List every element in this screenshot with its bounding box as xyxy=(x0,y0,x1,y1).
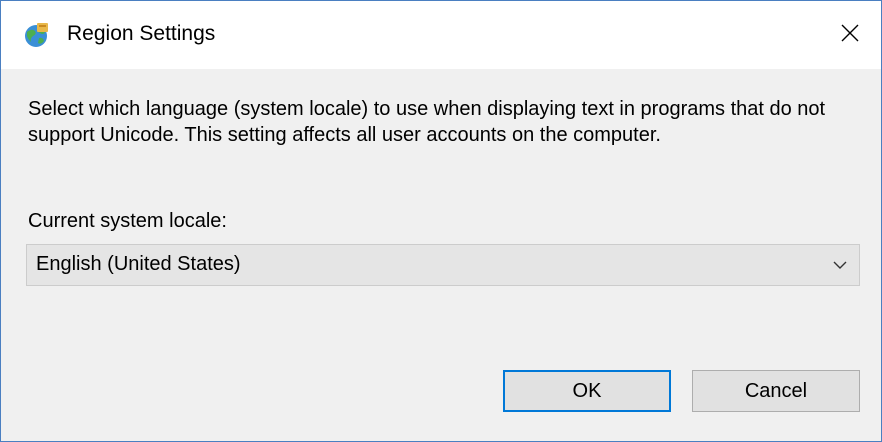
current-locale-label: Current system locale: xyxy=(28,210,227,232)
description-text: Select which language (system locale) to… xyxy=(28,98,826,146)
dialog-body: Select which language (system locale) to… xyxy=(1,69,881,441)
region-settings-dialog: Region Settings Select which language (s… xyxy=(0,0,882,442)
cancel-button[interactable]: Cancel xyxy=(692,370,860,412)
system-locale-dropdown[interactable]: English (United States) xyxy=(26,244,860,286)
chevron-down-icon xyxy=(831,257,849,273)
title-bar[interactable]: Region Settings xyxy=(1,1,881,69)
window-title: Region Settings xyxy=(67,22,216,45)
selected-locale-value: English (United States) xyxy=(36,253,241,275)
close-button[interactable] xyxy=(819,1,881,69)
ok-button[interactable]: OK xyxy=(503,370,671,412)
close-icon xyxy=(840,23,860,48)
globe-region-icon xyxy=(23,23,49,49)
